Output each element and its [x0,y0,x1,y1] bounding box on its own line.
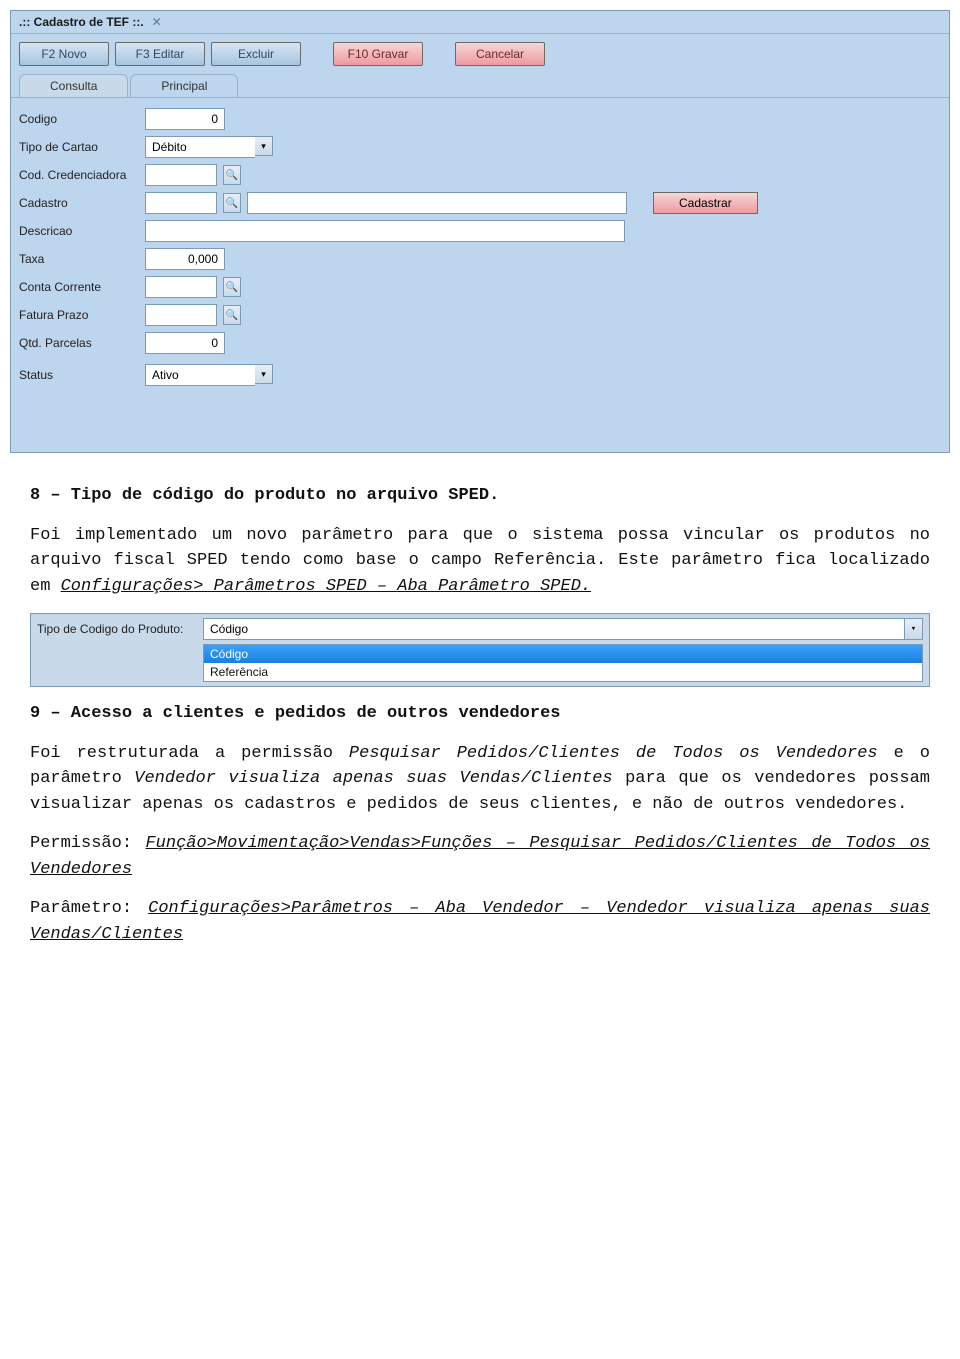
taxa-input[interactable] [145,248,225,270]
tabs: Consulta Principal [19,74,941,97]
codigo-label: Codigo [19,112,139,126]
toolbar: F2 Novo F3 Editar Excluir F10 Gravar Can… [11,34,949,74]
chevron-down-icon[interactable]: ▾ [255,136,273,156]
taxa-label: Taxa [19,252,139,266]
parameter-line: Parâmetro: Configurações>Parâmetros – Ab… [30,896,930,947]
cancelar-button[interactable]: Cancelar [455,42,545,66]
tipo-cartao-select[interactable] [145,136,255,158]
qtd-input[interactable] [145,332,225,354]
qtd-label: Qtd. Parcelas [19,336,139,350]
window-title: .:: Cadastro de TEF ::. [19,15,144,29]
tab-principal[interactable]: Principal [130,74,238,97]
cod-cred-label: Cod. Credenciadora [19,168,139,182]
editar-button[interactable]: F3 Editar [115,42,205,66]
form-area: Codigo Tipo de Cartao ▾ Cod. Credenciado… [11,97,949,452]
status-select[interactable] [145,364,255,386]
gravar-button[interactable]: F10 Gravar [333,42,423,66]
excluir-button[interactable]: Excluir [211,42,301,66]
permission-line: Permissão: Função>Movimentação>Vendas>Fu… [30,831,930,882]
novo-button[interactable]: F2 Novo [19,42,109,66]
heading-8: 8 – Tipo de código do produto no arquivo… [30,483,930,509]
dd-list: Código Referência [203,644,923,682]
fatura-input[interactable] [145,304,217,326]
chevron-down-icon[interactable]: ▾ [255,364,273,384]
dropdown-screenshot: Tipo de Codigo do Produto: ▾ Código Refe… [30,613,930,687]
dd-label: Tipo de Codigo do Produto: [37,622,197,636]
document-body: 8 – Tipo de código do produto no arquivo… [0,483,960,991]
chevron-down-icon[interactable]: ▾ [905,618,923,640]
lookup-icon[interactable]: 🔍 [223,305,241,325]
tab-consulta[interactable]: Consulta [19,74,128,97]
close-icon[interactable]: ✕ [152,15,162,29]
dd-option-referencia[interactable]: Referência [204,663,922,681]
dd-input[interactable] [203,618,905,640]
titlebar: .:: Cadastro de TEF ::. ✕ [11,11,949,34]
status-label: Status [19,368,139,382]
cod-cred-input[interactable] [145,164,217,186]
conta-label: Conta Corrente [19,280,139,294]
tef-window: .:: Cadastro de TEF ::. ✕ F2 Novo F3 Edi… [10,10,950,453]
codigo-input[interactable] [145,108,225,130]
tipo-cartao-label: Tipo de Cartao [19,140,139,154]
fatura-label: Fatura Prazo [19,308,139,322]
descricao-input[interactable] [145,220,625,242]
conta-input[interactable] [145,276,217,298]
heading-9: 9 – Acesso a clientes e pedidos de outro… [30,701,930,727]
lookup-icon[interactable]: 🔍 [223,165,241,185]
paragraph-9: Foi restruturada a permissão Pesquisar P… [30,741,930,818]
paragraph-8: Foi implementado um novo parâmetro para … [30,523,930,600]
descricao-label: Descricao [19,224,139,238]
cadastro-label: Cadastro [19,196,139,210]
lookup-icon[interactable]: 🔍 [223,193,241,213]
dd-option-codigo[interactable]: Código [204,645,922,663]
cadastro-desc-input[interactable] [247,192,627,214]
cadastro-code-input[interactable] [145,192,217,214]
cadastrar-button[interactable]: Cadastrar [653,192,758,214]
lookup-icon[interactable]: 🔍 [223,277,241,297]
